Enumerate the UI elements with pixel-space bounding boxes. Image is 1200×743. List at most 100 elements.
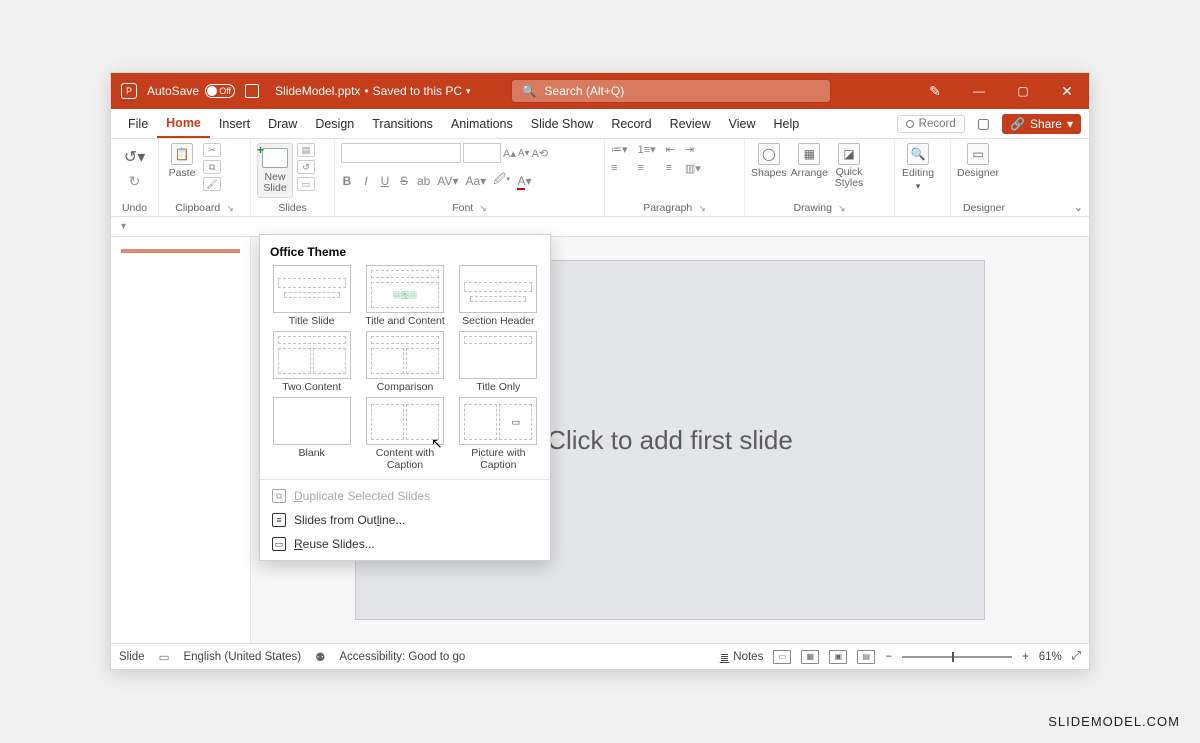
indent-inc-icon[interactable]: ⇥ — [685, 143, 701, 156]
fontcolor-icon[interactable]: A▾ — [517, 174, 531, 188]
clear-format-icon[interactable]: A⟲ — [532, 147, 549, 160]
status-accessibility[interactable]: Accessibility: Good to go — [339, 651, 465, 663]
layout-blank[interactable]: Blank — [268, 397, 355, 471]
slides-from-outline-item[interactable]: ≡Slides from Outline... — [260, 508, 550, 532]
reset-icon[interactable]: ↺ — [297, 160, 315, 174]
layout-icon[interactable]: ▤ — [297, 143, 315, 157]
minimize-button[interactable]: — — [957, 73, 1001, 109]
shapes-button[interactable]: ◯Shapes — [751, 143, 787, 179]
qat-customize-icon[interactable]: ▾ — [121, 221, 126, 232]
layout-section-header[interactable]: Section Header — [455, 265, 542, 327]
designer-button[interactable]: ▭Designer — [957, 143, 999, 179]
indent-dec-icon[interactable]: ⇤ — [666, 143, 675, 156]
zoom-level[interactable]: 61% — [1039, 651, 1062, 663]
menu-view[interactable]: View — [720, 109, 765, 138]
numbering-icon[interactable]: 1≡▾ — [638, 143, 656, 156]
layout-content-caption[interactable]: Content with Caption — [361, 397, 448, 471]
slide-thumbnails-pane[interactable] — [111, 237, 251, 643]
menu-design[interactable]: Design — [306, 109, 363, 138]
layout-comparison[interactable]: Comparison — [361, 331, 448, 393]
align-center-icon[interactable]: ≡ — [638, 162, 656, 175]
zoom-in-icon[interactable]: + — [1022, 651, 1029, 663]
spacing-icon[interactable]: AV▾ — [437, 174, 458, 188]
zoom-slider[interactable] — [902, 656, 1012, 658]
maximize-button[interactable]: ▢ — [1001, 73, 1045, 109]
chevron-down-icon[interactable]: ▾ — [466, 86, 471, 97]
shadow-icon[interactable]: ab — [417, 174, 430, 188]
sorter-view-icon[interactable]: ▦ — [801, 650, 819, 664]
save-icon[interactable] — [245, 84, 259, 98]
group-font-label: Font — [452, 202, 473, 214]
font-family-select[interactable] — [341, 143, 461, 163]
zoom-out-icon[interactable]: − — [885, 651, 892, 663]
section-icon[interactable]: ▭ — [297, 177, 315, 191]
menu-slideshow[interactable]: Slide Show — [522, 109, 603, 138]
dialog-launcher-icon[interactable]: ↘ — [226, 203, 234, 214]
new-slide-button[interactable]: New Slide — [257, 143, 293, 198]
status-slide[interactable]: Slide — [119, 651, 145, 663]
layout-title-slide[interactable]: Title Slide — [268, 265, 355, 327]
menu-review[interactable]: Review — [661, 109, 720, 138]
highlight-icon[interactable]: 🖉▾ — [493, 170, 510, 191]
search-input[interactable]: 🔍 Search (Alt+Q) — [511, 79, 831, 103]
slideshow-view-icon[interactable]: ▤ — [857, 650, 875, 664]
menu-transitions[interactable]: Transitions — [363, 109, 442, 138]
redo-icon[interactable]: ↻ — [129, 173, 141, 190]
designer-icon: ▭ — [967, 143, 989, 165]
dialog-launcher-icon[interactable]: ↘ — [838, 203, 846, 214]
toggle-switch[interactable]: Off — [205, 84, 235, 98]
dialog-launcher-icon[interactable]: ↘ — [479, 203, 487, 214]
columns-icon[interactable]: ▥▾ — [685, 162, 701, 175]
record-button[interactable]: Record — [897, 115, 965, 133]
fit-to-window-icon[interactable]: ⤢ — [1072, 650, 1081, 663]
duplicate-icon: ⧉ — [272, 489, 286, 503]
strike-icon[interactable]: S — [398, 174, 410, 188]
notes-button[interactable]: ≣Notes — [720, 650, 764, 664]
font-size-select[interactable] — [463, 143, 501, 163]
format-painter-icon[interactable]: 🖌 — [203, 177, 221, 191]
group-slides-label: Slides — [257, 202, 328, 216]
share-button[interactable]: 🔗Share▾ — [1002, 114, 1081, 134]
menu-insert[interactable]: Insert — [210, 109, 259, 138]
reuse-slides-item[interactable]: ▭Reuse Slides... — [260, 532, 550, 556]
layout-title-content[interactable]: ▦图▦Title and Content — [361, 265, 448, 327]
cut-icon[interactable]: ✂ — [203, 143, 221, 157]
menu-record[interactable]: Record — [602, 109, 660, 138]
italic-icon[interactable]: I — [360, 174, 372, 188]
copy-icon[interactable]: ⧉ — [203, 160, 221, 174]
dialog-launcher-icon[interactable]: ↘ — [698, 203, 706, 214]
undo-icon[interactable]: ↺▾ — [124, 147, 145, 167]
layout-two-content[interactable]: Two Content — [268, 331, 355, 393]
bold-icon[interactable]: B — [341, 174, 353, 188]
normal-view-icon[interactable]: ▭ — [773, 650, 791, 664]
overflow-button[interactable]: ▢ — [971, 115, 996, 132]
menu-draw[interactable]: Draw — [259, 109, 306, 138]
arrange-button[interactable]: ▦Arrange — [791, 143, 828, 179]
close-button[interactable]: ✕ — [1045, 73, 1089, 109]
book-icon[interactable]: ▭ — [159, 650, 170, 664]
underline-icon[interactable]: U — [379, 174, 391, 188]
decrease-font-icon[interactable]: A▾ — [518, 148, 530, 159]
menu-animations[interactable]: Animations — [442, 109, 522, 138]
case-icon[interactable]: Aa▾ — [466, 174, 487, 188]
quickstyles-button[interactable]: ◪Quick Styles — [832, 143, 866, 188]
bullets-icon[interactable]: ≔▾ — [611, 143, 628, 156]
increase-font-icon[interactable]: A▴ — [503, 147, 516, 160]
draw-pen-icon[interactable]: ✎ — [913, 73, 957, 109]
layout-picture-caption[interactable]: ▭Picture with Caption — [455, 397, 542, 471]
status-language[interactable]: English (United States) — [183, 651, 301, 663]
reading-view-icon[interactable]: ▣ — [829, 650, 847, 664]
paste-button[interactable]: 📋Paste — [165, 143, 199, 179]
menu-home[interactable]: Home — [157, 109, 210, 138]
align-left-icon[interactable]: ≡ — [611, 162, 628, 175]
group-undo-label: Undo — [117, 202, 152, 216]
autosave-toggle[interactable]: AutoSave Off — [147, 84, 235, 98]
layout-title-only[interactable]: Title Only — [455, 331, 542, 393]
align-right-icon[interactable]: ≡ — [666, 162, 675, 175]
separator-dot: • — [364, 84, 368, 98]
filename-display[interactable]: SlideModel.pptx • Saved to this PC ▾ — [275, 84, 471, 98]
editing-button[interactable]: 🔍Editing▾ — [901, 143, 935, 192]
menu-file[interactable]: File — [119, 109, 157, 138]
menu-help[interactable]: Help — [764, 109, 808, 138]
ribbon-collapse-icon[interactable]: ⌄ — [1074, 201, 1083, 214]
